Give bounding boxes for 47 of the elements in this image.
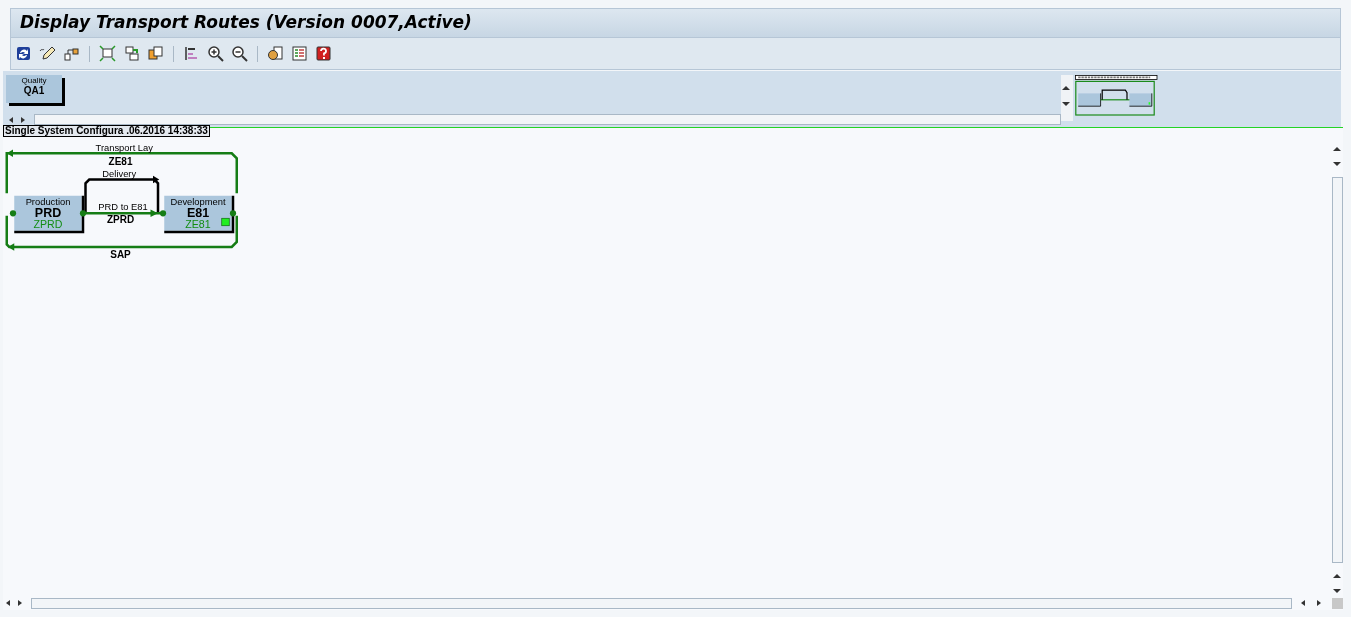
window-title: Display Transport Routes (Version 0007,Active) [19, 11, 473, 32]
zoom-out-icon[interactable] [231, 45, 248, 62]
system-group: Production [25, 196, 71, 207]
system-id: QA1 [23, 85, 45, 96]
port-marker [9, 210, 17, 217]
route-caption: PRD to E81 [98, 201, 148, 212]
pencil-icon[interactable] [39, 45, 56, 62]
port-marker [229, 210, 237, 217]
scroll-up-icon[interactable] [1332, 144, 1342, 154]
route-arrow[interactable] [5, 215, 238, 251]
system-group: Quality [21, 76, 47, 85]
scroll-down-icon[interactable] [1061, 99, 1071, 109]
transport-layer-label: ZE81 [185, 218, 211, 231]
scroll-up-icon[interactable] [1332, 571, 1342, 581]
route-caption: Delivery [102, 169, 137, 179]
transport-layer-label: ZPRD [33, 218, 63, 231]
scrollbar-thumb[interactable] [1331, 177, 1343, 563]
scrollbar-thumb[interactable] [31, 597, 1292, 609]
scroll-up-icon[interactable] [1061, 83, 1071, 93]
refresh-icon[interactable] [15, 45, 32, 62]
port-marker [79, 210, 87, 217]
canvas-title: Single System Configura .06.2016 14:38:33 [3, 125, 210, 137]
system-id: E81 [186, 206, 210, 220]
layout-icon[interactable] [183, 45, 200, 62]
system-group: Development [170, 196, 226, 207]
move-icon[interactable] [123, 45, 140, 62]
system-node[interactable]: Quality QA1 [6, 75, 62, 103]
hierarchy-icon[interactable] [63, 45, 80, 62]
system-id: PRD [34, 206, 62, 220]
transport-layer-label: ZE81 [108, 155, 133, 167]
scroll-down-icon[interactable] [1332, 159, 1342, 169]
system-node[interactable] [164, 195, 235, 234]
copy-icon[interactable] [147, 45, 164, 62]
route-arrow[interactable] [83, 209, 163, 217]
route-caption: Transport Lay [95, 142, 153, 153]
scrollbar-corner [1332, 597, 1343, 609]
transport-layer-label: SAP [110, 249, 131, 261]
help-icon[interactable] [315, 45, 332, 62]
fit-icon[interactable] [99, 45, 116, 62]
zoom-in-icon[interactable] [207, 45, 224, 62]
list-icon[interactable] [291, 45, 308, 62]
system-node[interactable] [14, 195, 85, 234]
scrollbar-thumb[interactable] [34, 114, 1061, 125]
scroll-down-icon[interactable] [1332, 586, 1342, 596]
transport-layer-label: ZPRD [106, 214, 135, 226]
port-marker [159, 210, 167, 217]
settings-icon[interactable] [267, 45, 284, 62]
